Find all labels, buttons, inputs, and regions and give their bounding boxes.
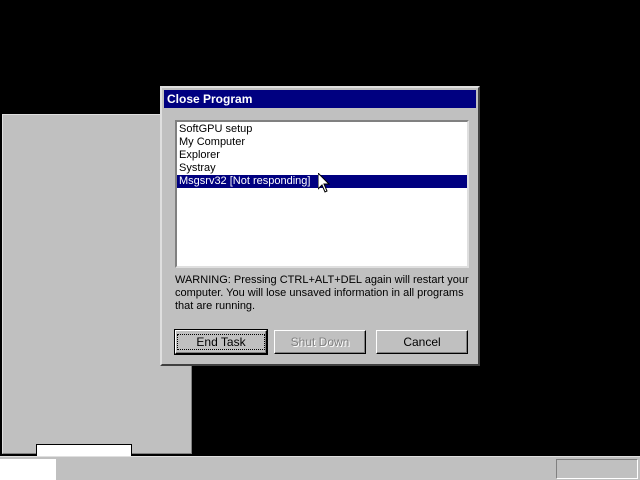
program-list[interactable]: SoftGPU setup My Computer Explorer Systr… — [175, 120, 469, 268]
warning-text: WARNING: Pressing CTRL+ALT+DEL again wil… — [175, 274, 469, 312]
end-task-button[interactable]: End Task — [174, 329, 268, 355]
taskbar-start-area[interactable] — [0, 459, 56, 480]
list-item[interactable]: SoftGPU setup — [177, 123, 467, 136]
cancel-button[interactable]: Cancel — [376, 330, 468, 354]
list-item[interactable]: Explorer — [177, 149, 467, 162]
dialog-title: Close Program — [167, 92, 253, 106]
end-task-label: End Task — [177, 334, 265, 350]
list-item[interactable]: My Computer — [177, 136, 467, 149]
taskbar — [0, 456, 640, 480]
system-tray[interactable] — [556, 459, 638, 479]
shut-down-button[interactable]: Shut Down — [274, 330, 366, 354]
shut-down-label: Shut Down — [290, 335, 350, 349]
close-program-dialog: Close Program SoftGPU setup My Computer … — [160, 86, 480, 366]
dialog-title-bar[interactable]: Close Program — [164, 90, 476, 108]
cancel-label: Cancel — [403, 335, 441, 349]
arrow-pointer-icon — [318, 173, 330, 193]
